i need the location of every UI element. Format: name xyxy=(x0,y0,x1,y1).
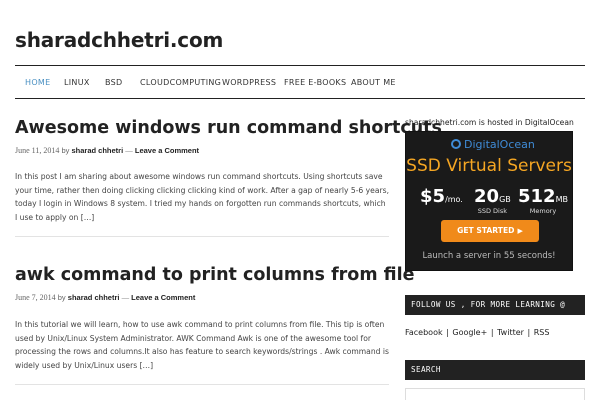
google-plus-link[interactable]: Google+ xyxy=(452,328,487,337)
post-date: June 7, 2014 xyxy=(15,293,56,302)
post-by: by xyxy=(61,146,70,155)
ad-disk-unit: GB xyxy=(499,195,511,204)
facebook-link[interactable]: Facebook xyxy=(405,328,443,337)
post-author[interactable]: sharad chhetri xyxy=(68,293,120,302)
digitalocean-logo: DigitalOcean xyxy=(451,138,535,151)
ad-headline: SSD Virtual Servers xyxy=(406,156,572,176)
play-arrow-icon: ▶ xyxy=(517,227,523,235)
hosting-note: sharadchhetri.com is hosted in DigitalOc… xyxy=(405,118,574,127)
follow-us-heading: FOLLOW US , FOR MORE LEARNING @ xyxy=(405,295,585,315)
social-separator: | xyxy=(446,328,449,337)
get-started-label: GET STARTED xyxy=(457,226,515,235)
digitalocean-ad-banner[interactable]: DigitalOcean SSD Virtual Servers $5/mo. … xyxy=(405,131,573,271)
post-divider xyxy=(15,236,389,237)
nav-item-wordpress[interactable]: WORDPRESS xyxy=(222,78,276,87)
main-navigation: HOME LINUX BSD CLOUDCOMPUTING WORDPRESS … xyxy=(15,65,585,99)
nav-item-free-ebooks[interactable]: FREE E-BOOKS xyxy=(284,78,346,87)
ad-disk-label: SSD Disk xyxy=(477,207,508,215)
site-title[interactable]: sharadchhetri.com xyxy=(15,28,223,52)
ad-price-value: $5 xyxy=(420,186,446,207)
search-heading: SEARCH xyxy=(405,360,585,380)
search-input[interactable] xyxy=(405,388,585,400)
nav-item-home[interactable]: HOME xyxy=(25,78,50,87)
post-excerpt: In this post I am sharing about awesome … xyxy=(15,172,389,222)
ad-tagline: Launch a server in 55 seconds! xyxy=(422,251,556,261)
nav-item-about-me[interactable]: ABOUT ME xyxy=(351,78,396,87)
digitalocean-logo-icon xyxy=(451,139,461,149)
post-meta: June 11, 2014 by sharad chhetri — Leave … xyxy=(15,146,199,155)
ad-disk-value: 20 xyxy=(474,186,500,207)
ad-memory-label: Memory xyxy=(529,207,557,215)
social-separator: | xyxy=(527,328,531,337)
nav-item-bsd[interactable]: BSD xyxy=(105,78,123,87)
get-started-button[interactable]: GET STARTED ▶ xyxy=(441,220,539,242)
social-separator: | xyxy=(490,328,494,337)
nav-item-cloudcomputing[interactable]: CLOUDCOMPUTING xyxy=(140,78,221,87)
twitter-link[interactable]: Twitter xyxy=(497,328,524,337)
post-title[interactable]: awk command to print columns from file xyxy=(15,265,415,285)
ad-price: $5/mo. xyxy=(420,186,463,207)
post-title[interactable]: Awesome windows run command shortcuts xyxy=(15,118,442,138)
ad-brand: DigitalOcean xyxy=(464,138,535,151)
ad-memory-value: 512 xyxy=(518,186,556,207)
rss-link[interactable]: RSS xyxy=(534,328,550,337)
ad-price-unit: /mo. xyxy=(445,195,463,204)
post-date: June 11, 2014 xyxy=(15,146,60,155)
post-divider xyxy=(15,384,389,385)
nav-item-linux[interactable]: LINUX xyxy=(64,78,90,87)
post-author[interactable]: sharad chhetri xyxy=(71,146,123,155)
post-meta: June 7, 2014 by sharad chhetri — Leave a… xyxy=(15,293,195,302)
meta-separator: — xyxy=(121,293,130,302)
ad-memory: 512MB Memory xyxy=(518,186,568,215)
ad-disk: 20GB SSD Disk xyxy=(474,186,511,215)
social-links: Facebook | Google+ | Twitter | RSS xyxy=(405,328,549,337)
ad-memory-unit: MB xyxy=(555,195,568,204)
meta-separator: — xyxy=(125,146,133,155)
post-by: by xyxy=(57,293,66,302)
post-excerpt: In this tutorial we will learn, how to u… xyxy=(15,320,389,370)
leave-comment-link[interactable]: Leave a Comment xyxy=(135,146,199,155)
leave-comment-link[interactable]: Leave a Comment xyxy=(131,293,195,302)
